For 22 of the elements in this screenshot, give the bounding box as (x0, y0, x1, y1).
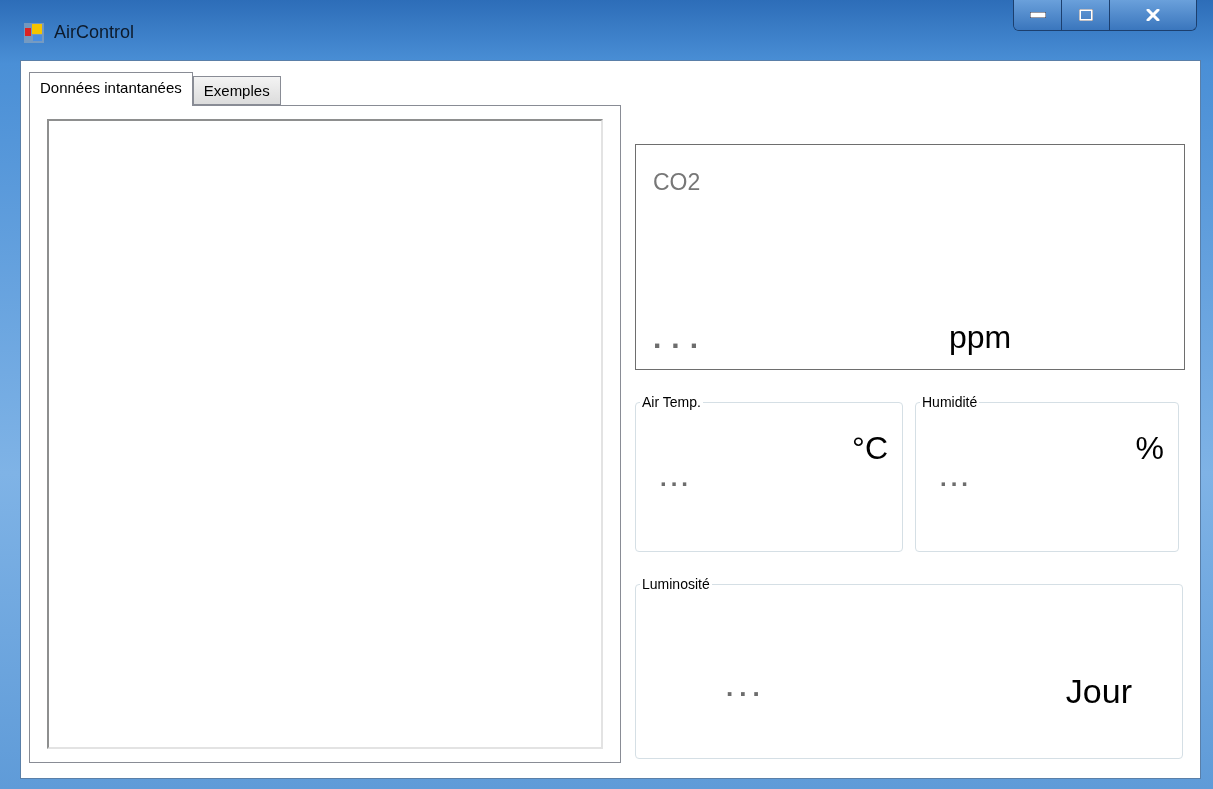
unit-label: ppm (949, 321, 1013, 353)
window-title: AirControl (54, 22, 135, 43)
unit-label: % (1135, 432, 1164, 464)
group-title: Humidité (921, 394, 979, 410)
tab[interactable]: Données intantanées (29, 72, 193, 106)
group-title: Luminosité (641, 576, 711, 592)
close-icon (1146, 9, 1160, 21)
group-title: Air Temp. (641, 394, 702, 410)
value-label: ... (660, 466, 693, 490)
minimize-icon (1029, 12, 1046, 18)
value-label: ... (940, 466, 973, 490)
co2-label: CO2 (653, 169, 701, 196)
value-label: ... (653, 323, 708, 353)
minimize-button[interactable] (1014, 0, 1062, 30)
unit-label: Jour (1065, 674, 1132, 708)
tab[interactable]: Exemples (192, 76, 281, 105)
maximize-icon (1078, 9, 1093, 21)
unit-label: °C (852, 432, 888, 464)
value-label: ... (726, 674, 766, 700)
close-button[interactable] (1110, 0, 1196, 30)
maximize-button[interactable] (1062, 0, 1110, 30)
app-icon (24, 22, 44, 43)
